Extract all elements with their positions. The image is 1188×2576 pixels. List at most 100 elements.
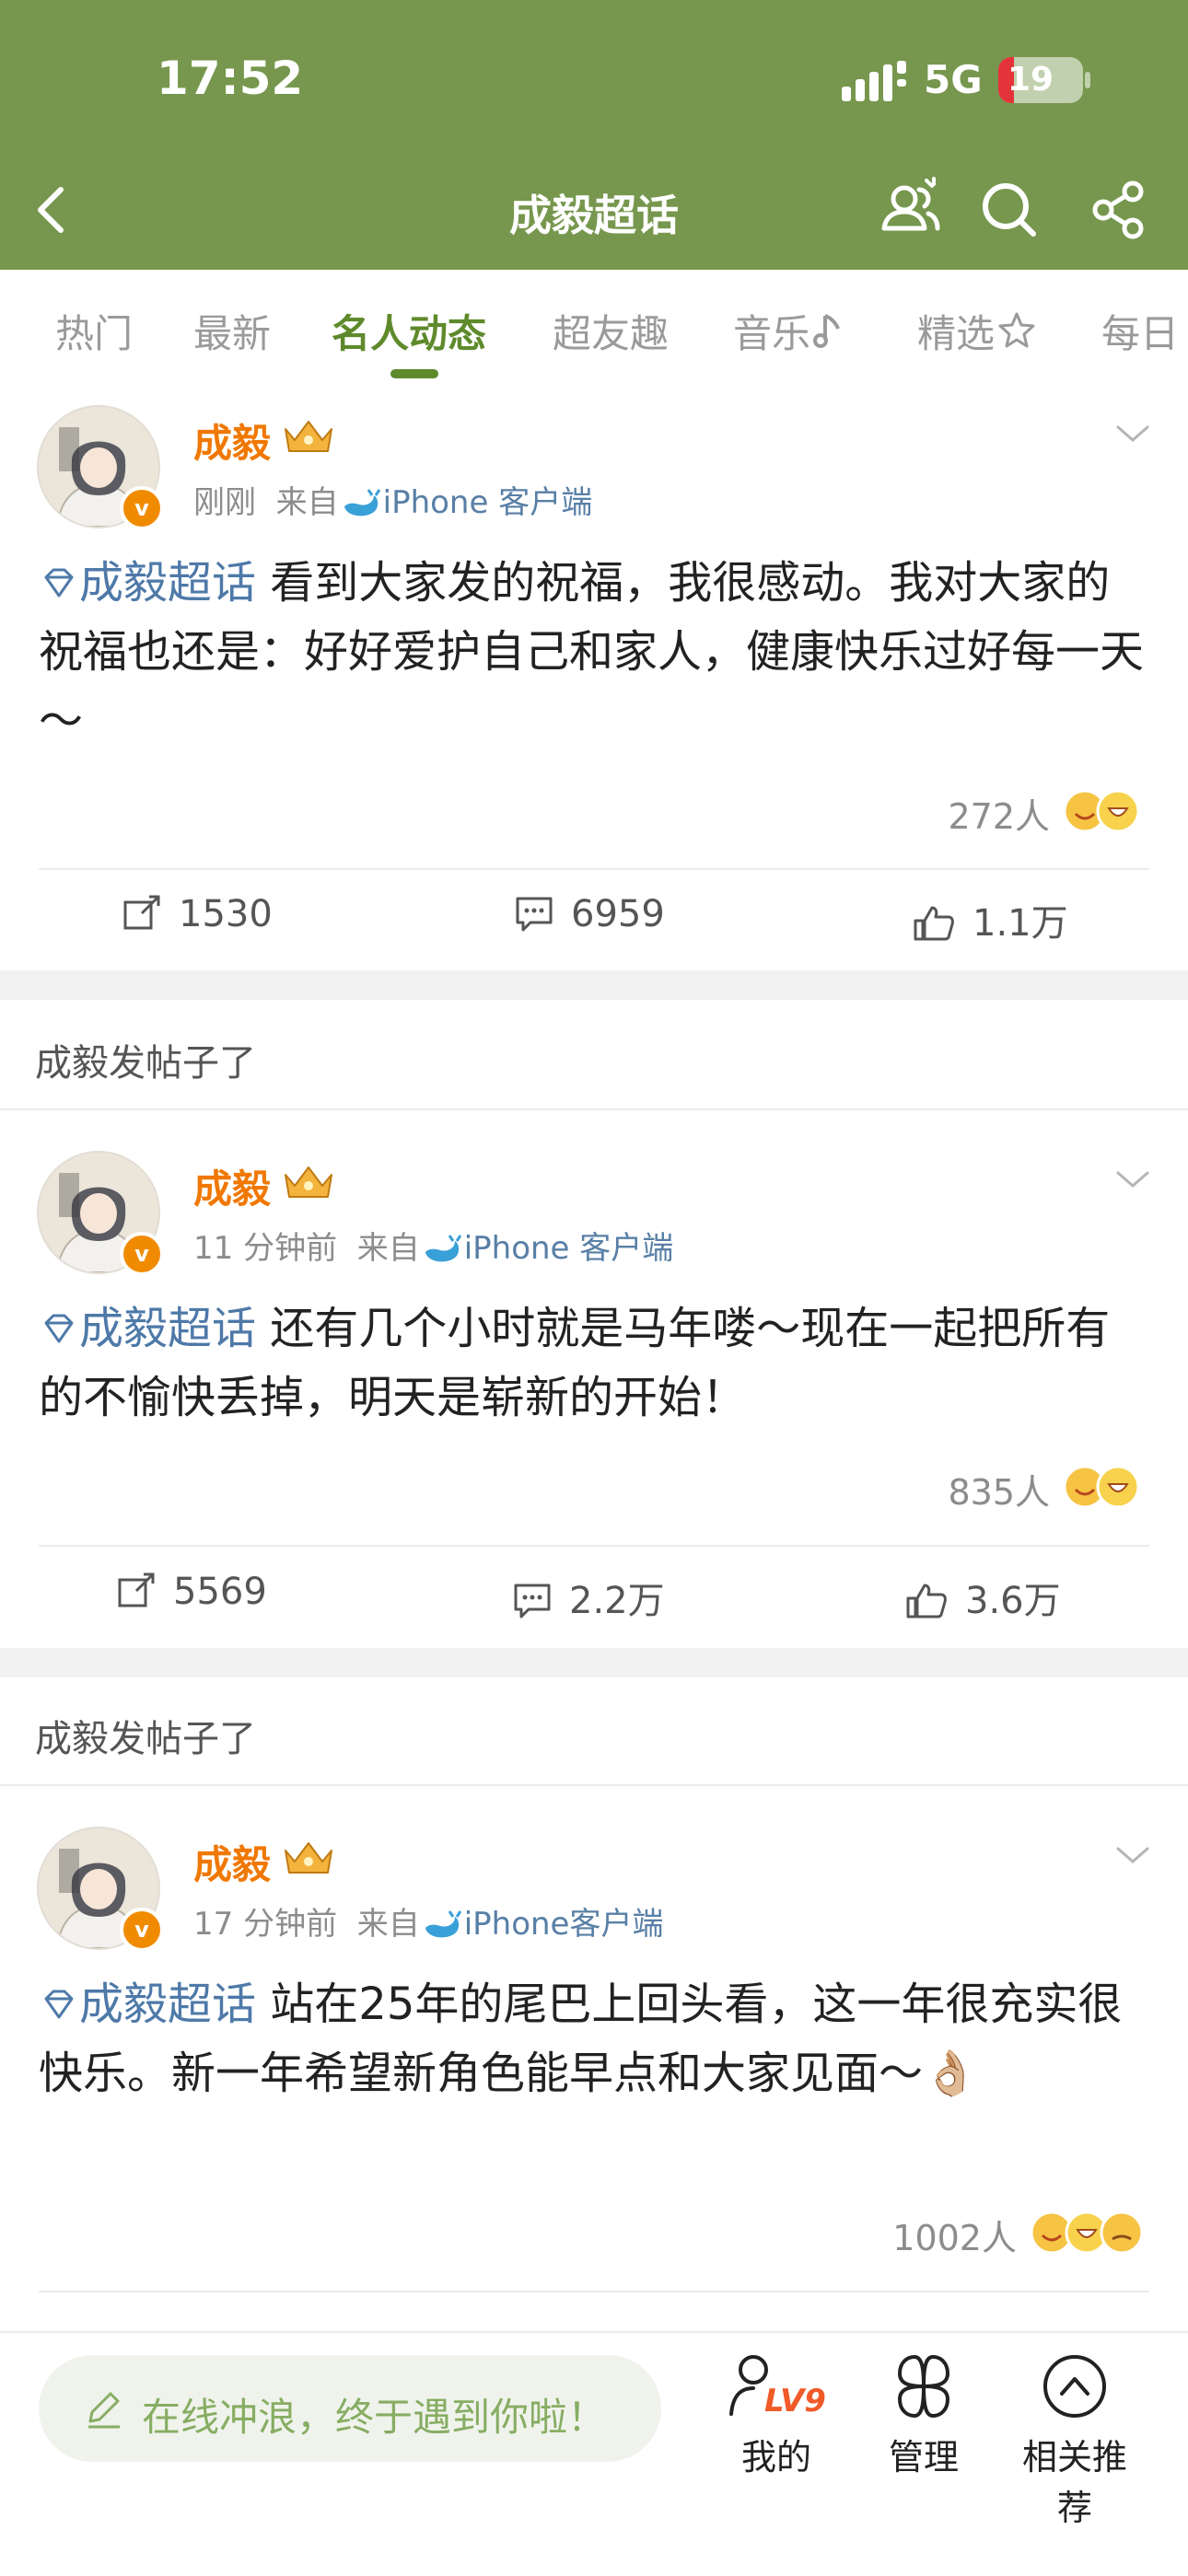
chevron-down-icon[interactable] bbox=[1112, 420, 1153, 447]
diamond-icon bbox=[44, 568, 74, 598]
comment-count: 2.2万 bbox=[569, 1580, 665, 1622]
topic-link[interactable]: 成毅超话 bbox=[39, 1978, 256, 2030]
tab-fun[interactable]: 超友趣 bbox=[553, 303, 669, 359]
thumbs-up-icon bbox=[906, 1584, 947, 1619]
post-body: 成毅超话 站在25年的尾巴上回头看，这一年很充实很快乐。新一年希望新角色能早点和… bbox=[39, 1970, 1153, 2108]
divider bbox=[39, 868, 1149, 870]
chevron-down-icon[interactable] bbox=[1112, 1166, 1153, 1193]
like-count: 1.1万 bbox=[973, 902, 1068, 945]
tab-bar: 热门 最新 名人动态 超友趣 音乐 精选 每日 bbox=[0, 270, 1188, 385]
divider bbox=[39, 2291, 1149, 2292]
reaction-emojis bbox=[1063, 1462, 1146, 1515]
comment-button[interactable]: 6959 bbox=[514, 893, 665, 935]
author-name[interactable]: 成毅 bbox=[193, 1834, 271, 1890]
post-client[interactable]: iPhone 客户端 bbox=[464, 1230, 674, 1267]
chevron-up-circle-icon bbox=[1043, 2355, 1106, 2418]
repost-count: 1530 bbox=[179, 893, 273, 935]
verified-badge: v bbox=[120, 1908, 164, 1952]
crown-badge-icon bbox=[285, 421, 332, 452]
comment-button[interactable]: 2.2万 bbox=[512, 1571, 665, 1624]
post-time: 17 分钟前 bbox=[193, 1906, 338, 1943]
repost-button[interactable]: 5569 bbox=[116, 1571, 267, 1613]
repost-icon bbox=[118, 1572, 155, 1607]
tab-latest[interactable]: 最新 bbox=[193, 303, 271, 359]
author-name[interactable]: 成毅 bbox=[193, 1158, 271, 1214]
like-button[interactable]: 3.6万 bbox=[904, 1571, 1061, 1624]
tab-music[interactable]: 音乐 bbox=[733, 303, 845, 359]
post-from: 来自 bbox=[275, 484, 339, 521]
reaction-emojis bbox=[1030, 2208, 1149, 2261]
emoji-icon bbox=[1063, 789, 1140, 833]
topic-label: 成毅超话 bbox=[79, 557, 257, 609]
star-icon bbox=[998, 312, 1035, 348]
post-client[interactable]: iPhone 客户端 bbox=[383, 484, 593, 521]
signal-icon bbox=[842, 61, 906, 101]
nav-mine-label: 我的 bbox=[740, 2437, 811, 2477]
status-time: 17:52 bbox=[157, 52, 304, 105]
manage-icon bbox=[898, 2355, 949, 2418]
post-client[interactable]: iPhone客户端 bbox=[464, 1906, 664, 1943]
pencil-icon bbox=[88, 2392, 120, 2429]
post-from: 来自 bbox=[356, 1906, 420, 1943]
nav-recommend-label: 相关推荐 bbox=[1021, 2437, 1127, 2528]
tab-featured-label: 精选 bbox=[917, 311, 996, 356]
emoji-icon bbox=[1030, 2210, 1144, 2255]
reaction-emojis bbox=[1063, 786, 1146, 840]
whale-icon bbox=[344, 488, 380, 516]
crown-badge-icon bbox=[285, 1842, 332, 1874]
author-name[interactable]: 成毅 bbox=[193, 412, 271, 469]
topic-link[interactable]: 成毅超话 bbox=[39, 1303, 256, 1354]
repost-button[interactable]: 1530 bbox=[122, 893, 273, 935]
tab-hot[interactable]: 热门 bbox=[55, 303, 133, 359]
section-header: 成毅发帖子了 bbox=[35, 1042, 256, 1085]
search-icon[interactable] bbox=[976, 177, 1042, 243]
tab-celebrity[interactable]: 名人动态 bbox=[332, 303, 486, 359]
share-icon[interactable] bbox=[1087, 177, 1153, 243]
section-gap bbox=[0, 1648, 1188, 1677]
music-note-icon bbox=[813, 314, 840, 348]
divider bbox=[0, 1108, 1188, 1110]
comment-icon bbox=[516, 897, 553, 932]
compose-input[interactable]: 在线冲浪，终于遇到你啦！ bbox=[39, 2355, 661, 2462]
section-header: 成毅发帖子了 bbox=[35, 1718, 256, 1760]
whale-icon bbox=[425, 1234, 461, 1261]
tab-music-label: 音乐 bbox=[733, 311, 811, 356]
post-body: 成毅超话 看到大家发的祝福，我很感动。我对大家的祝福也还是：好好爱护自己和家人，… bbox=[39, 549, 1153, 756]
network-label: 5G bbox=[924, 57, 983, 102]
divider bbox=[0, 1784, 1188, 1786]
repost-icon bbox=[123, 895, 160, 930]
battery-percent: 19 bbox=[1007, 61, 1054, 99]
like-count: 3.6万 bbox=[965, 1580, 1061, 1622]
battery-indicator: 19 bbox=[998, 57, 1083, 103]
section-gap bbox=[0, 970, 1188, 1000]
post-from: 来自 bbox=[356, 1230, 420, 1267]
diamond-icon bbox=[44, 1314, 74, 1343]
topic-link[interactable]: 成毅超话 bbox=[39, 557, 256, 609]
diamond-icon bbox=[44, 1990, 74, 2019]
emoji-icon bbox=[1063, 1465, 1140, 1509]
comment-count: 6959 bbox=[571, 893, 665, 935]
thumbs-up-icon bbox=[914, 906, 954, 941]
reaction-count[interactable]: 1002人 bbox=[755, 2210, 1017, 2260]
post-meta: 刚刚 来自 iPhone 客户端 bbox=[193, 477, 592, 523]
reaction-count[interactable]: 835人 bbox=[792, 1464, 1050, 1514]
post-meta: 17 分钟前 来自 iPhone客户端 bbox=[193, 1898, 663, 1944]
verified-badge: v bbox=[120, 486, 164, 530]
reaction-count[interactable]: 272人 bbox=[792, 788, 1050, 839]
chevron-down-icon[interactable] bbox=[1112, 1841, 1153, 1869]
divider bbox=[39, 1545, 1149, 1547]
people-icon[interactable] bbox=[877, 175, 943, 241]
repost-count: 5569 bbox=[173, 1571, 267, 1613]
level-badge: LV9 bbox=[764, 2383, 826, 2419]
tab-featured[interactable]: 精选 bbox=[917, 303, 1037, 359]
like-button[interactable]: 1.1万 bbox=[912, 893, 1068, 946]
nav-mine[interactable]: LV9 我的 bbox=[707, 2350, 845, 2479]
topic-label: 成毅超话 bbox=[79, 1303, 257, 1354]
tab-daily[interactable]: 每日 bbox=[1101, 303, 1179, 359]
nav-manage-label: 管理 bbox=[888, 2437, 959, 2477]
verified-badge: v bbox=[120, 1232, 164, 1276]
post-time: 刚刚 bbox=[193, 484, 256, 521]
post-meta: 11 分钟前 来自 iPhone 客户端 bbox=[193, 1223, 673, 1269]
nav-recommend[interactable]: 相关推荐 bbox=[1006, 2350, 1144, 2530]
nav-manage[interactable]: 管理 bbox=[855, 2350, 993, 2479]
